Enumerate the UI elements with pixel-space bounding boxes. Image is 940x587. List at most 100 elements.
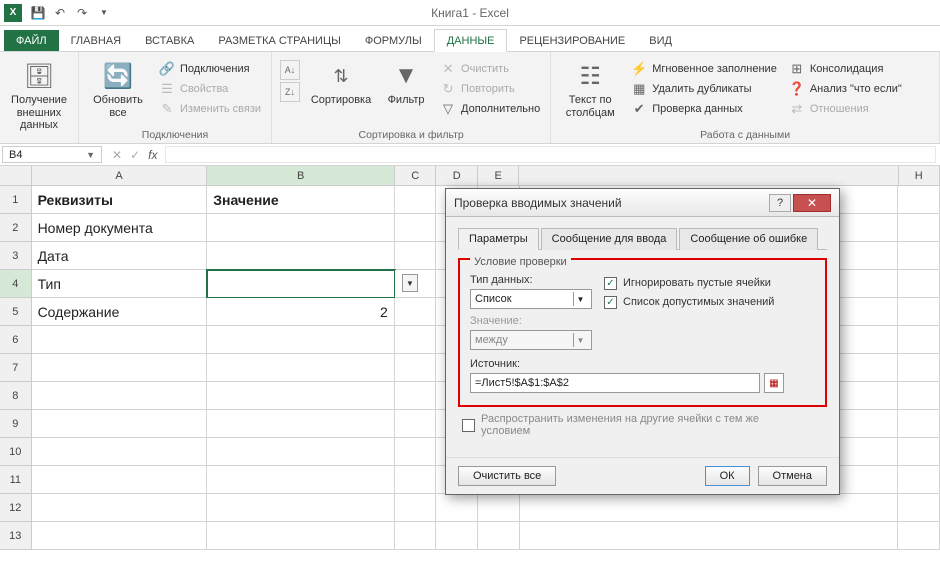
cell-h10[interactable] <box>898 438 940 466</box>
undo-icon[interactable]: ↶ <box>52 5 68 21</box>
apply-to-other-cells-checkbox[interactable]: Распространить изменения на другие ячейк… <box>462 413 823 437</box>
cell-e12[interactable] <box>478 494 520 522</box>
col-header-e[interactable]: E <box>478 166 519 186</box>
col-header-d[interactable]: D <box>436 166 477 186</box>
cell-b8[interactable] <box>207 382 395 410</box>
dialog-close-button[interactable]: ✕ <box>793 194 831 212</box>
cell-a7[interactable] <box>32 354 208 382</box>
connections-button[interactable]: 🔗Подключения <box>157 60 263 78</box>
get-external-data-button[interactable]: 🗄 Получение внешних данных <box>8 56 70 132</box>
cell-a6[interactable] <box>32 326 208 354</box>
tab-page-layout[interactable]: РАЗМЕТКА СТРАНИЦЫ <box>206 30 352 51</box>
col-header-b[interactable]: B <box>207 166 395 186</box>
select-all-corner[interactable] <box>0 166 32 186</box>
cell-a3[interactable]: Дата <box>32 242 208 270</box>
sort-desc-button[interactable]: Z↓ <box>280 82 300 102</box>
remove-duplicates-button[interactable]: ▦Удалить дубликаты <box>629 80 779 98</box>
cell-b10[interactable] <box>207 438 395 466</box>
cell-a5[interactable]: Содержание <box>32 298 208 326</box>
tab-data[interactable]: ДАННЫЕ <box>434 29 508 52</box>
cell-validation-dropdown-icon[interactable]: ▼ <box>402 274 418 292</box>
cell-h3[interactable] <box>898 242 940 270</box>
cell-b13[interactable] <box>207 522 395 550</box>
cell-c5[interactable] <box>395 298 437 326</box>
cell-h13[interactable] <box>898 522 940 550</box>
cell-h2[interactable] <box>898 214 940 242</box>
row-header-12[interactable]: 12 <box>0 494 32 522</box>
in-cell-dropdown-checkbox[interactable]: ✓ Список допустимых значений <box>604 296 774 309</box>
cell-c10[interactable] <box>395 438 437 466</box>
cell-gap12[interactable] <box>520 494 899 522</box>
row-header-6[interactable]: 6 <box>0 326 32 354</box>
save-icon[interactable]: 💾 <box>30 5 46 21</box>
cell-gap13[interactable] <box>520 522 899 550</box>
cell-b9[interactable] <box>207 410 395 438</box>
ok-button[interactable]: ОК <box>705 466 750 486</box>
cell-c2[interactable] <box>395 214 437 242</box>
tab-home[interactable]: ГЛАВНАЯ <box>59 30 133 51</box>
row-header-11[interactable]: 11 <box>0 466 32 494</box>
cell-b1[interactable]: Значение <box>207 186 395 214</box>
row-header-1[interactable]: 1 <box>0 186 32 214</box>
consolidate-button[interactable]: ⊞Консолидация <box>787 60 904 78</box>
what-if-button[interactable]: ❓Анализ "что если" <box>787 80 904 98</box>
row-header-2[interactable]: 2 <box>0 214 32 242</box>
cell-a4[interactable]: Тип <box>32 270 208 298</box>
cell-a10[interactable] <box>32 438 208 466</box>
qat-dropdown-icon[interactable]: ▼ <box>96 5 112 21</box>
sort-button[interactable]: ⇅ Сортировка <box>308 56 374 107</box>
cell-h5[interactable] <box>898 298 940 326</box>
dialog-tab-error-alert[interactable]: Сообщение об ошибке <box>679 228 818 250</box>
cell-c1[interactable] <box>395 186 437 214</box>
cell-a11[interactable] <box>32 466 208 494</box>
cell-b6[interactable] <box>207 326 395 354</box>
cell-a12[interactable] <box>32 494 208 522</box>
dialog-help-button[interactable]: ? <box>769 194 791 212</box>
tab-file[interactable]: ФАЙЛ <box>4 30 59 51</box>
cell-a1[interactable]: Реквизиты <box>32 186 208 214</box>
cell-h4[interactable] <box>898 270 940 298</box>
refresh-all-button[interactable]: 🔄 Обновить все <box>87 56 149 119</box>
row-header-5[interactable]: 5 <box>0 298 32 326</box>
cell-a8[interactable] <box>32 382 208 410</box>
cell-h12[interactable] <box>898 494 940 522</box>
tab-formulas[interactable]: ФОРМУЛЫ <box>353 30 434 51</box>
type-select[interactable]: Список ▼ <box>470 289 592 309</box>
formula-bar[interactable] <box>165 146 936 163</box>
dialog-tab-input-message[interactable]: Сообщение для ввода <box>541 228 678 250</box>
row-header-9[interactable]: 9 <box>0 410 32 438</box>
clear-all-button[interactable]: Очистить все <box>458 466 556 486</box>
cell-h7[interactable] <box>898 354 940 382</box>
ignore-blank-checkbox[interactable]: ✓ Игнорировать пустые ячейки <box>604 277 774 290</box>
dialog-titlebar[interactable]: Проверка вводимых значений ? ✕ <box>446 189 839 217</box>
cell-c3[interactable] <box>395 242 437 270</box>
cell-c12[interactable] <box>395 494 437 522</box>
cell-h8[interactable] <box>898 382 940 410</box>
cell-c13[interactable] <box>395 522 437 550</box>
col-header-h[interactable]: H <box>899 166 940 186</box>
cell-h9[interactable] <box>898 410 940 438</box>
cancel-button[interactable]: Отмена <box>758 466 827 486</box>
col-header-gap[interactable] <box>519 166 898 186</box>
range-selector-button[interactable]: ▦ <box>764 373 784 393</box>
col-header-c[interactable]: C <box>395 166 436 186</box>
cell-h6[interactable] <box>898 326 940 354</box>
cell-b2[interactable] <box>207 214 395 242</box>
cell-c8[interactable] <box>395 382 437 410</box>
cell-c11[interactable] <box>395 466 437 494</box>
cell-a9[interactable] <box>32 410 208 438</box>
cell-a13[interactable] <box>32 522 208 550</box>
cell-a2[interactable]: Номер документа <box>32 214 208 242</box>
cell-d12[interactable] <box>436 494 478 522</box>
name-box-dropdown-icon[interactable]: ▼ <box>86 150 95 160</box>
cell-d13[interactable] <box>436 522 478 550</box>
row-header-13[interactable]: 13 <box>0 522 32 550</box>
row-header-7[interactable]: 7 <box>0 354 32 382</box>
tab-review[interactable]: РЕЦЕНЗИРОВАНИЕ <box>507 30 637 51</box>
cell-h1[interactable] <box>898 186 940 214</box>
fx-icon[interactable]: fx <box>148 148 157 162</box>
cell-b5[interactable]: 2 <box>207 298 395 326</box>
col-header-a[interactable]: A <box>32 166 208 186</box>
advanced-filter-button[interactable]: ▽Дополнительно <box>438 100 542 118</box>
dialog-tab-parameters[interactable]: Параметры <box>458 228 539 250</box>
